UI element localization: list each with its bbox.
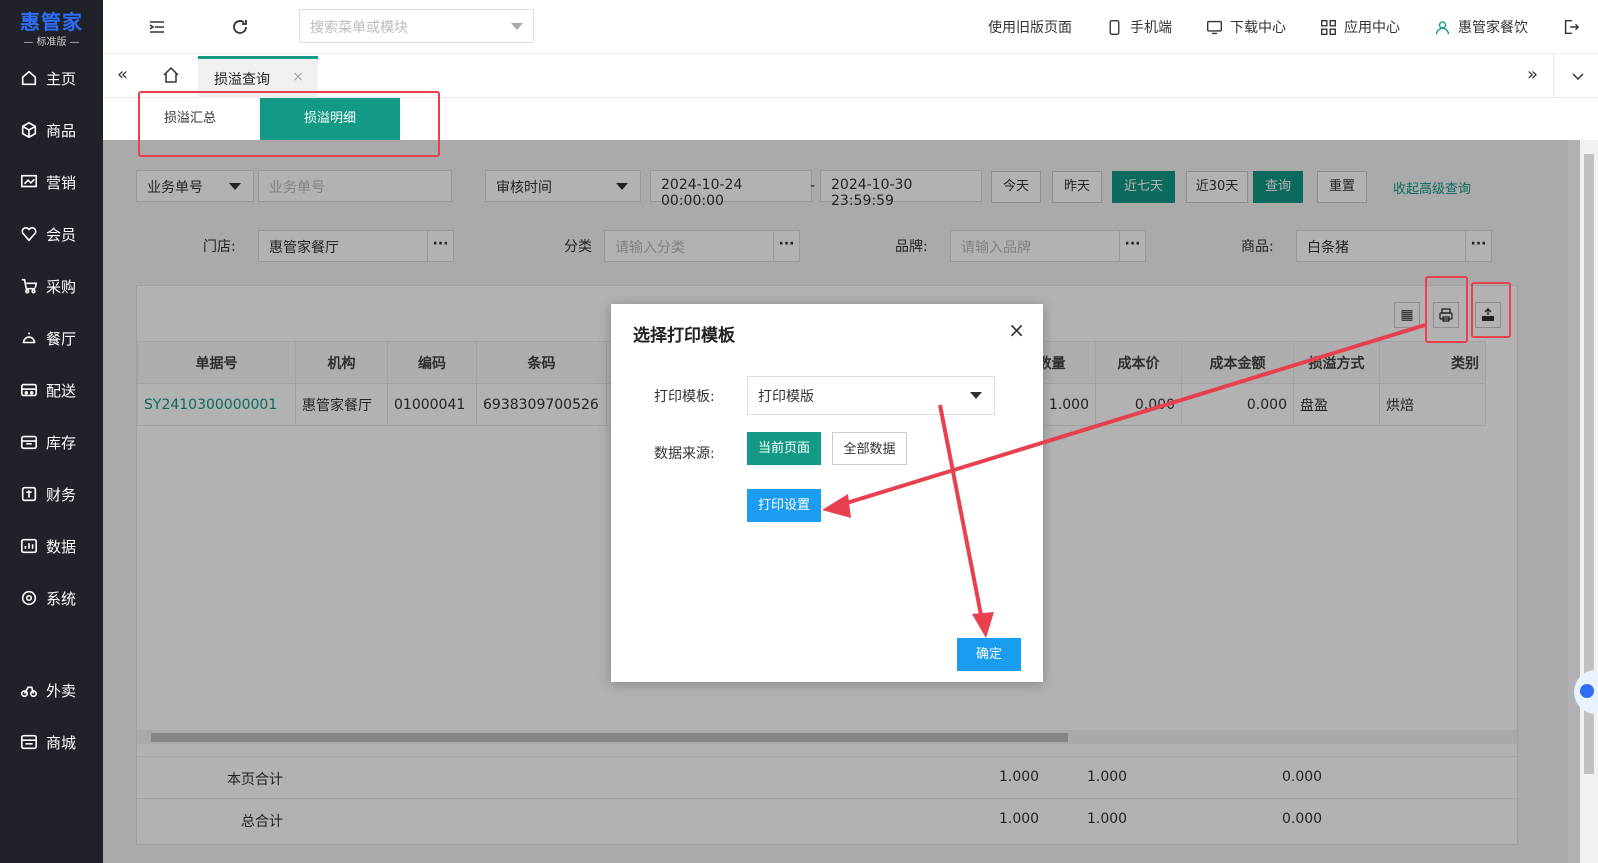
apps-link[interactable]: 应用中心 xyxy=(1320,17,1400,37)
sidebar-extra: 外卖 商城 xyxy=(0,664,103,768)
confirm-button[interactable]: 确定 xyxy=(957,638,1021,671)
sidebar-item-marketing[interactable]: 营销 xyxy=(0,156,103,208)
phone-icon xyxy=(1109,19,1120,35)
sidebar-item-goods[interactable]: 商品 xyxy=(0,104,103,156)
data-icon xyxy=(20,538,38,554)
box-icon xyxy=(21,121,37,139)
menu-fold-icon[interactable] xyxy=(147,17,167,37)
all-data-button[interactable]: 全部数据 xyxy=(832,432,907,465)
sidebar-item-finance[interactable]: 财务 xyxy=(0,468,103,520)
shop-icon xyxy=(20,734,38,750)
data-source-label: 数据来源: xyxy=(654,446,715,462)
money-icon xyxy=(21,486,37,502)
chart-icon xyxy=(20,174,38,188)
user-menu[interactable]: 惠管家餐饮 xyxy=(1434,17,1528,37)
settings-icon xyxy=(21,590,37,606)
sidebar-item-delivery[interactable]: 配送 xyxy=(0,364,103,416)
annotation-box-export xyxy=(1471,282,1511,338)
vertical-scrollbar[interactable] xyxy=(1580,140,1598,863)
print-settings-button[interactable]: 打印设置 xyxy=(747,489,821,522)
print-template-dialog: 选择打印模板 × 打印模板: 打印模版 数据来源: 当前页面 全部数据 打印设置… xyxy=(611,304,1043,682)
tab-divider xyxy=(1553,54,1554,98)
sidebar-item-inventory[interactable]: 库存 xyxy=(0,416,103,468)
chevron-down-icon xyxy=(511,23,523,30)
logout-icon[interactable] xyxy=(1562,18,1580,36)
chevron-down-icon xyxy=(970,392,982,399)
home-icon xyxy=(21,70,37,86)
menu-search-input[interactable]: 搜索菜单或模块 xyxy=(299,9,534,43)
mobile-link[interactable]: 手机端 xyxy=(1106,17,1172,37)
tab-close-icon[interactable]: × xyxy=(292,69,304,85)
dialog-title: 选择打印模板 xyxy=(633,326,735,346)
sidebar-item-member[interactable]: 会员 xyxy=(0,208,103,260)
logo-text: 惠管家 xyxy=(20,10,83,34)
sidebar: 惠管家 — 标准版 — 主页 商品 营销 会员 采购 餐厅 配送 库存 财务 数… xyxy=(0,0,103,863)
top-links: 使用旧版页面 手机端 下载中心 应用中心 惠管家餐饮 xyxy=(988,0,1598,54)
sidebar-item-takeaway[interactable]: 外卖 xyxy=(0,664,103,716)
topbar: 搜索菜单或模块 使用旧版页面 手机端 下载中心 应用中心 惠管家餐饮 xyxy=(103,0,1598,54)
sidebar-item-purchase[interactable]: 采购 xyxy=(0,260,103,312)
truck-icon xyxy=(20,383,38,397)
current-page-button[interactable]: 当前页面 xyxy=(747,432,821,465)
grid-icon xyxy=(1321,19,1336,35)
annotation-box-subtabs xyxy=(138,91,440,157)
logo: 惠管家 — 标准版 — xyxy=(0,0,103,52)
bell-icon xyxy=(22,332,36,344)
download-link[interactable]: 下载中心 xyxy=(1206,17,1286,37)
close-icon[interactable]: × xyxy=(1008,318,1025,342)
tabs-scroll-right-icon[interactable]: » xyxy=(1527,64,1538,85)
sidebar-item-data[interactable]: 数据 xyxy=(0,520,103,572)
sidebar-item-mall[interactable]: 商城 xyxy=(0,716,103,768)
refresh-icon[interactable] xyxy=(230,17,250,37)
template-select[interactable]: 打印模版 xyxy=(747,376,995,415)
sidebar-item-restaurant[interactable]: 餐厅 xyxy=(0,312,103,364)
home-tab-icon[interactable] xyxy=(161,65,181,85)
user-icon xyxy=(1435,20,1450,34)
tabs-dropdown-icon[interactable] xyxy=(1570,68,1586,84)
monitor-icon xyxy=(1207,20,1222,34)
annotation-box-print xyxy=(1425,276,1468,343)
sidebar-item-home[interactable]: 主页 xyxy=(0,52,103,104)
edition-label: — 标准版 — xyxy=(23,37,80,48)
sidebar-item-system[interactable]: 系统 xyxy=(0,572,103,624)
old-page-link[interactable]: 使用旧版页面 xyxy=(988,17,1072,37)
template-label: 打印模板: xyxy=(654,389,715,405)
warehouse-icon xyxy=(20,435,38,450)
cart-icon xyxy=(21,278,38,294)
heart-icon xyxy=(21,227,37,242)
assistant-icon xyxy=(1580,684,1594,698)
tabs-scroll-left-icon[interactable]: « xyxy=(117,64,128,85)
bike-icon xyxy=(20,686,38,698)
sidebar-nav: 主页 商品 营销 会员 采购 餐厅 配送 库存 财务 数据 系统 xyxy=(0,52,103,624)
